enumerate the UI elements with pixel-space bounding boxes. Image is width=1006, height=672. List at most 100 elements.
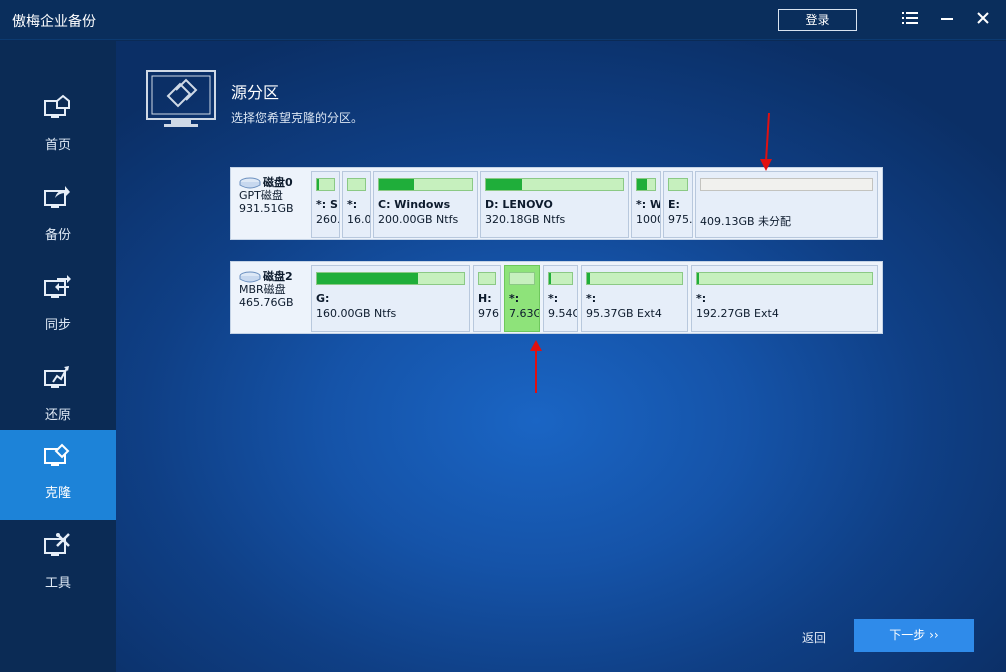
title-bar: 傲梅企业备份 登录 (0, 0, 1006, 40)
monitor-partition-icon (146, 70, 216, 127)
partition[interactable]: H: 976. (473, 265, 501, 332)
partition-size: 160.00GB Ntfs (316, 307, 397, 320)
partition-label: *: (548, 292, 559, 305)
sidebar-item-label: 首页 (44, 138, 71, 153)
sidebar-item-tools[interactable]: 工具 (0, 520, 116, 610)
disk-info: 磁盘2 MBR磁盘 465.76GB (239, 270, 314, 309)
sidebar-item-clone[interactable]: 克隆 (0, 430, 116, 520)
partition-label: *: (696, 292, 707, 305)
annotation-arrow-up (530, 340, 542, 393)
usage-fill (317, 179, 320, 190)
partition-label: H: (478, 292, 492, 305)
disk-type: GPT磁盘 (239, 189, 283, 202)
main-panel: 源分区 选择您希望克隆的分区。 磁盘0 GPT磁盘 931.51GB *: S … (116, 41, 1006, 672)
usage-fill (697, 273, 699, 284)
usage-fill (637, 179, 647, 190)
partition-label: E: (668, 198, 680, 211)
usage-bar (696, 272, 873, 285)
next-button[interactable]: 下一步 ›› (854, 619, 974, 652)
usage-bar (586, 272, 683, 285)
login-button[interactable]: 登录 (778, 9, 857, 31)
partition-label: *: (586, 292, 597, 305)
usage-bar (509, 272, 535, 285)
unallocated-space[interactable]: 409.13GB 未分配 (695, 171, 878, 238)
partition-label: D: LENOVO (485, 198, 553, 211)
sidebar-item-sync[interactable]: 同步 (0, 262, 116, 352)
partition-size: 7.63G (509, 307, 540, 320)
partition[interactable]: E: 975. (663, 171, 693, 238)
backup-icon (44, 186, 70, 208)
usage-fill (549, 273, 551, 284)
partition-size: 192.27GB Ext4 (696, 307, 779, 320)
clone-icon (44, 443, 70, 466)
usage-bar (347, 178, 366, 191)
sidebar-item-backup[interactable]: 备份 (0, 172, 116, 262)
sidebar-item-label: 备份 (44, 228, 71, 243)
partition-size: 95.37GB Ext4 (586, 307, 662, 320)
disk-name: 磁盘2 (263, 270, 293, 283)
partition-label: *: (347, 198, 358, 211)
sync-icon (44, 275, 71, 298)
usage-fill (379, 179, 415, 190)
partition[interactable]: C: Windows 200.00GB Ntfs (373, 171, 478, 238)
partition-label: *: S (316, 198, 338, 211)
disk-icon (239, 177, 261, 189)
sidebar: 首页 备份 同步 还原 克隆 工具 (0, 41, 116, 672)
disk-0-row: 磁盘0 GPT磁盘 931.51GB *: S 260. *: 16.0 C: … (230, 167, 883, 240)
partition[interactable]: D: LENOVO 320.18GB Ntfs (480, 171, 629, 238)
sidebar-item-restore[interactable]: 还原 (0, 352, 116, 442)
partition[interactable]: *: 192.27GB Ext4 (691, 265, 878, 332)
partition[interactable]: *: S 260. (311, 171, 340, 238)
disk-name: 磁盘0 (263, 176, 293, 189)
usage-bar (485, 178, 624, 191)
annotation-arrow-down (760, 112, 772, 171)
minimize-icon[interactable] (937, 10, 957, 30)
usage-bar (668, 178, 688, 191)
menu-icon[interactable] (900, 10, 920, 30)
usage-bar (316, 272, 465, 285)
close-icon[interactable] (973, 10, 993, 30)
partition-label: G: (316, 292, 330, 305)
partition[interactable]: *: W 1000 (631, 171, 661, 238)
partition[interactable]: G: 160.00GB Ntfs (311, 265, 470, 332)
sidebar-item-label: 同步 (44, 318, 71, 333)
partition-size: 409.13GB 未分配 (700, 215, 792, 228)
page-title: 源分区 (231, 83, 280, 102)
partition[interactable]: *: 95.37GB Ext4 (581, 265, 688, 332)
usage-bar (636, 178, 656, 191)
usage-fill (587, 273, 590, 284)
partition-size: 9.54G (548, 307, 578, 320)
restore-icon (44, 366, 69, 388)
back-button[interactable]: 返回 (802, 629, 826, 646)
usage-bar (700, 178, 873, 191)
partition-label: *: (509, 292, 520, 305)
home-icon (44, 94, 70, 118)
disk-size: 465.76GB (239, 296, 294, 309)
sidebar-item-label: 克隆 (44, 486, 71, 501)
disk-type: MBR磁盘 (239, 283, 286, 296)
sidebar-item-label: 工具 (44, 576, 71, 591)
partition[interactable]: *: 16.0 (342, 171, 371, 238)
partition[interactable]: *: 9.54G (543, 265, 578, 332)
usage-bar (378, 178, 473, 191)
partition-label: *: W (636, 198, 661, 211)
partition-size: 16.0 (347, 213, 371, 226)
partition-selected[interactable]: *: 7.63G (504, 265, 540, 332)
partition-size: 200.00GB Ntfs (378, 213, 459, 226)
disk-size: 931.51GB (239, 202, 294, 215)
partition-label: C: Windows (378, 198, 451, 211)
usage-bar (478, 272, 496, 285)
tools-icon (44, 533, 70, 556)
partition-size: 260. (316, 213, 340, 226)
disk-icon (239, 271, 261, 283)
app-title: 傲梅企业备份 (12, 14, 96, 30)
sidebar-item-label: 还原 (44, 408, 71, 423)
usage-fill (486, 179, 522, 190)
page-subtitle: 选择您希望克隆的分区。 (231, 111, 364, 125)
usage-fill (317, 273, 419, 284)
partition-size: 320.18GB Ntfs (485, 213, 566, 226)
partition-size: 1000 (636, 213, 660, 226)
usage-bar (548, 272, 573, 285)
partition-size: 975. (668, 213, 693, 226)
sidebar-item-home[interactable]: 首页 (0, 82, 116, 172)
